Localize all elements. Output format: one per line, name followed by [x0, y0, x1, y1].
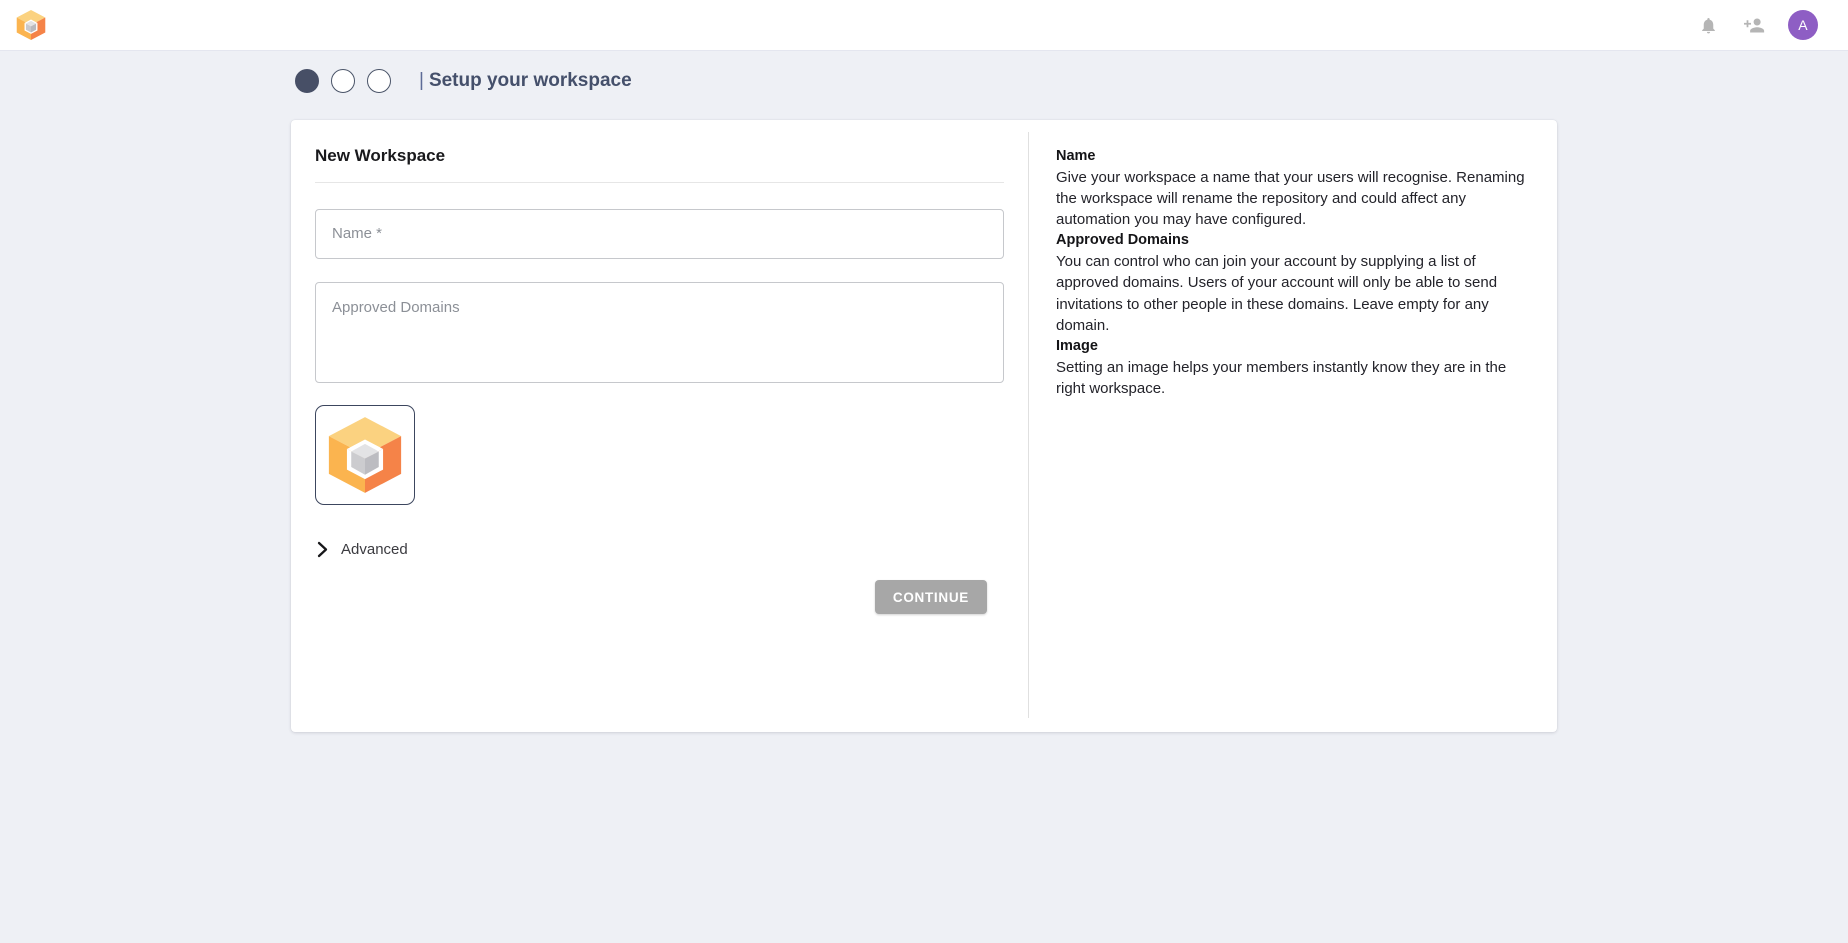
card-heading: New Workspace [315, 146, 1004, 166]
help-heading-image: Image [1056, 336, 1533, 357]
step-dot-3[interactable] [367, 69, 391, 93]
workspace-name-input[interactable] [315, 209, 1004, 259]
advanced-toggle[interactable]: Advanced [315, 540, 408, 558]
page-title: |Setup your workspace [419, 70, 632, 92]
title-text: Setup your workspace [429, 70, 632, 91]
workspace-form-panel: New Workspace [291, 120, 1028, 732]
help-body-approved-domains: You can control who can join your accoun… [1056, 251, 1533, 336]
avatar-initial: A [1798, 17, 1808, 33]
chevron-right-icon [315, 540, 330, 558]
new-workspace-card: New Workspace [291, 120, 1557, 732]
approved-domains-textarea[interactable] [315, 282, 1004, 383]
step-dot-1[interactable] [295, 69, 319, 93]
header-actions: A [1696, 10, 1830, 40]
page-body: |Setup your workspace New Workspace [0, 51, 1848, 732]
title-separator: | [419, 70, 424, 91]
avatar[interactable]: A [1788, 10, 1818, 40]
help-body-image: Setting an image helps your members inst… [1056, 357, 1533, 400]
setup-stepper: |Setup your workspace [0, 51, 1848, 111]
continue-button[interactable]: CONTINUE [875, 580, 987, 614]
help-body-name: Give your workspace a name that your use… [1056, 167, 1533, 231]
cube-logo-icon [322, 412, 408, 498]
bell-icon[interactable] [1696, 13, 1720, 37]
person-add-icon[interactable] [1742, 13, 1766, 37]
card-vertical-divider [1028, 132, 1029, 718]
card-heading-divider [315, 182, 1004, 183]
form-actions: CONTINUE [315, 580, 1004, 614]
app-header: A [0, 0, 1848, 51]
advanced-label: Advanced [341, 541, 408, 558]
step-dot-2[interactable] [331, 69, 355, 93]
help-panel: Name Give your workspace a name that you… [1028, 120, 1557, 732]
help-heading-approved-domains: Approved Domains [1056, 230, 1533, 251]
cube-logo-icon[interactable] [14, 8, 48, 42]
workspace-image-picker[interactable] [315, 405, 415, 505]
help-heading-name: Name [1056, 146, 1533, 167]
